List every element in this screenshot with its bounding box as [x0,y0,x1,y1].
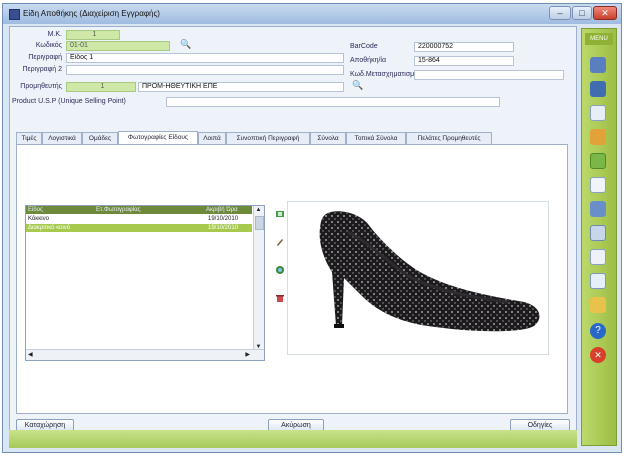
archive-icon[interactable] [590,273,606,289]
usp-field[interactable] [166,97,500,107]
description-label: Περιγραφή [28,54,62,61]
photo-row-date: 19/10/2010 [208,225,239,231]
usp-label: Product U.S.P (Unique Selling Point) [12,98,126,105]
report-icon[interactable] [590,249,606,265]
shoe-image [319,211,540,332]
tab-summary-description[interactable]: Συνοπτική Περιγραφή [226,132,310,144]
warehouse-label: Αποθήκη/ία [350,57,387,64]
photo-row[interactable]: Κόκκινο 19/10/2010 [26,215,252,223]
code-search-icon[interactable]: 🔍 [180,39,191,50]
tab-other[interactable]: Λοιπά [198,132,226,144]
photo-row-name: Διακριτικό κοινό [28,225,71,231]
globe-icon[interactable] [590,81,606,97]
app-icon [9,9,20,20]
column-header-time[interactable]: Ακριβή Ώρα [206,206,238,214]
supplier-label: Προμηθευτής [20,83,62,90]
code-label: Κωδικός [35,42,62,49]
code-field[interactable]: 01-01 [66,41,170,51]
supplier-code-field[interactable]: 1 [66,82,136,92]
mk-field[interactable]: 1 [66,30,120,40]
folder-icon[interactable] [590,129,606,145]
tab-prices[interactable]: Τιμές [16,132,42,144]
edit-photo-icon[interactable] [275,237,285,247]
form-area: Μ.Κ. 1 Κωδικός 01-01 🔍 Περιγραφή Είδος 1… [9,26,577,446]
list-horizontal-scrollbar[interactable]: ◀ ▶ [26,349,264,360]
add-photo-icon[interactable] [275,209,285,219]
tools-icon[interactable] [590,297,606,313]
supplier-search-icon[interactable]: 🔍 [352,80,363,91]
description2-field[interactable] [66,65,344,75]
photos-panel: Είδος Ετ.Φωτογραφίας Ακριβή Ώρα Κόκκινο … [16,144,568,414]
supplier-name-field[interactable]: ΠΡΟΜ-ΗΘΕΥΤΙΚΗ ΕΠΕ [138,82,344,92]
photo-row-name: Κόκκινο [28,216,49,222]
printer-icon[interactable] [590,201,606,217]
help-icon[interactable]: ? [590,323,606,339]
conversion-field[interactable] [414,70,564,80]
toolbar-menu-label[interactable]: MENU [585,33,613,45]
description2-label: Περιγραφή 2 [22,66,62,73]
column-header-photo-type[interactable]: Ετ.Φωτογραφίας [96,206,141,214]
scroll-left-icon[interactable]: ◀ [28,351,33,358]
warehouse-field[interactable]: 15-864 [414,56,514,66]
conversion-label: Κωδ.Μετασχηματισμού [350,71,422,78]
tab-item-photos[interactable]: Φωτογραφίες Είδους [118,131,198,144]
description-field[interactable]: Είδος 1 [66,53,344,63]
print-icon[interactable] [590,57,606,73]
barcode-field[interactable]: 220000752 [414,42,514,52]
photo-row-selected[interactable]: Διακριτικό κοινό 19/10/2010 [26,224,252,232]
tab-customers-suppliers[interactable]: Πελάτες Προμηθευτές [406,132,492,144]
scroll-right-icon[interactable]: ▶ [245,351,250,358]
title-bar: Είδη Αποθήκης (Διαχείριση Εγγραφής) – □ … [3,4,621,24]
scroll-thumb[interactable] [255,216,264,230]
photos-list-header: Είδος Ετ.Φωτογραφίας Ακριβή Ώρα [26,206,252,214]
page-icon[interactable] [590,177,606,193]
tab-totals[interactable]: Σύνολα [310,132,346,144]
tab-groups[interactable]: Ομάδες [82,132,118,144]
photo-row-date: 19/10/2010 [208,216,239,222]
minimize-button[interactable]: – [549,6,571,20]
product-photo [287,201,549,355]
list-icon[interactable] [590,225,606,241]
view-photo-icon[interactable] [275,265,285,275]
status-bar [9,430,577,448]
maximize-button[interactable]: □ [572,6,592,20]
exit-icon[interactable]: ✕ [590,347,606,363]
scroll-up-icon[interactable]: ▲ [255,207,262,214]
app-window: Είδη Αποθήκης (Διαχείριση Εγγραφής) – □ … [2,3,622,453]
list-vertical-scrollbar[interactable]: ▲ ▼ [253,206,264,352]
tab-accounting[interactable]: Λογιστικά [42,132,82,144]
mk-label: Μ.Κ. [47,31,62,38]
column-header-item[interactable]: Είδος [28,206,43,214]
right-toolbar: MENU ? ✕ [581,28,617,446]
close-button[interactable]: ✕ [593,6,617,20]
delete-photo-icon[interactable] [275,293,285,303]
tab-local-totals[interactable]: Τοπικά Σύνολα [346,132,406,144]
record-icon[interactable] [590,153,606,169]
photos-list[interactable]: Είδος Ετ.Φωτογραφίας Ακριβή Ώρα Κόκκινο … [25,205,265,361]
window-title: Είδη Αποθήκης (Διαχείριση Εγγραφής) [23,9,160,18]
barcode-label: BarCode [350,43,378,50]
document-icon[interactable] [590,105,606,121]
